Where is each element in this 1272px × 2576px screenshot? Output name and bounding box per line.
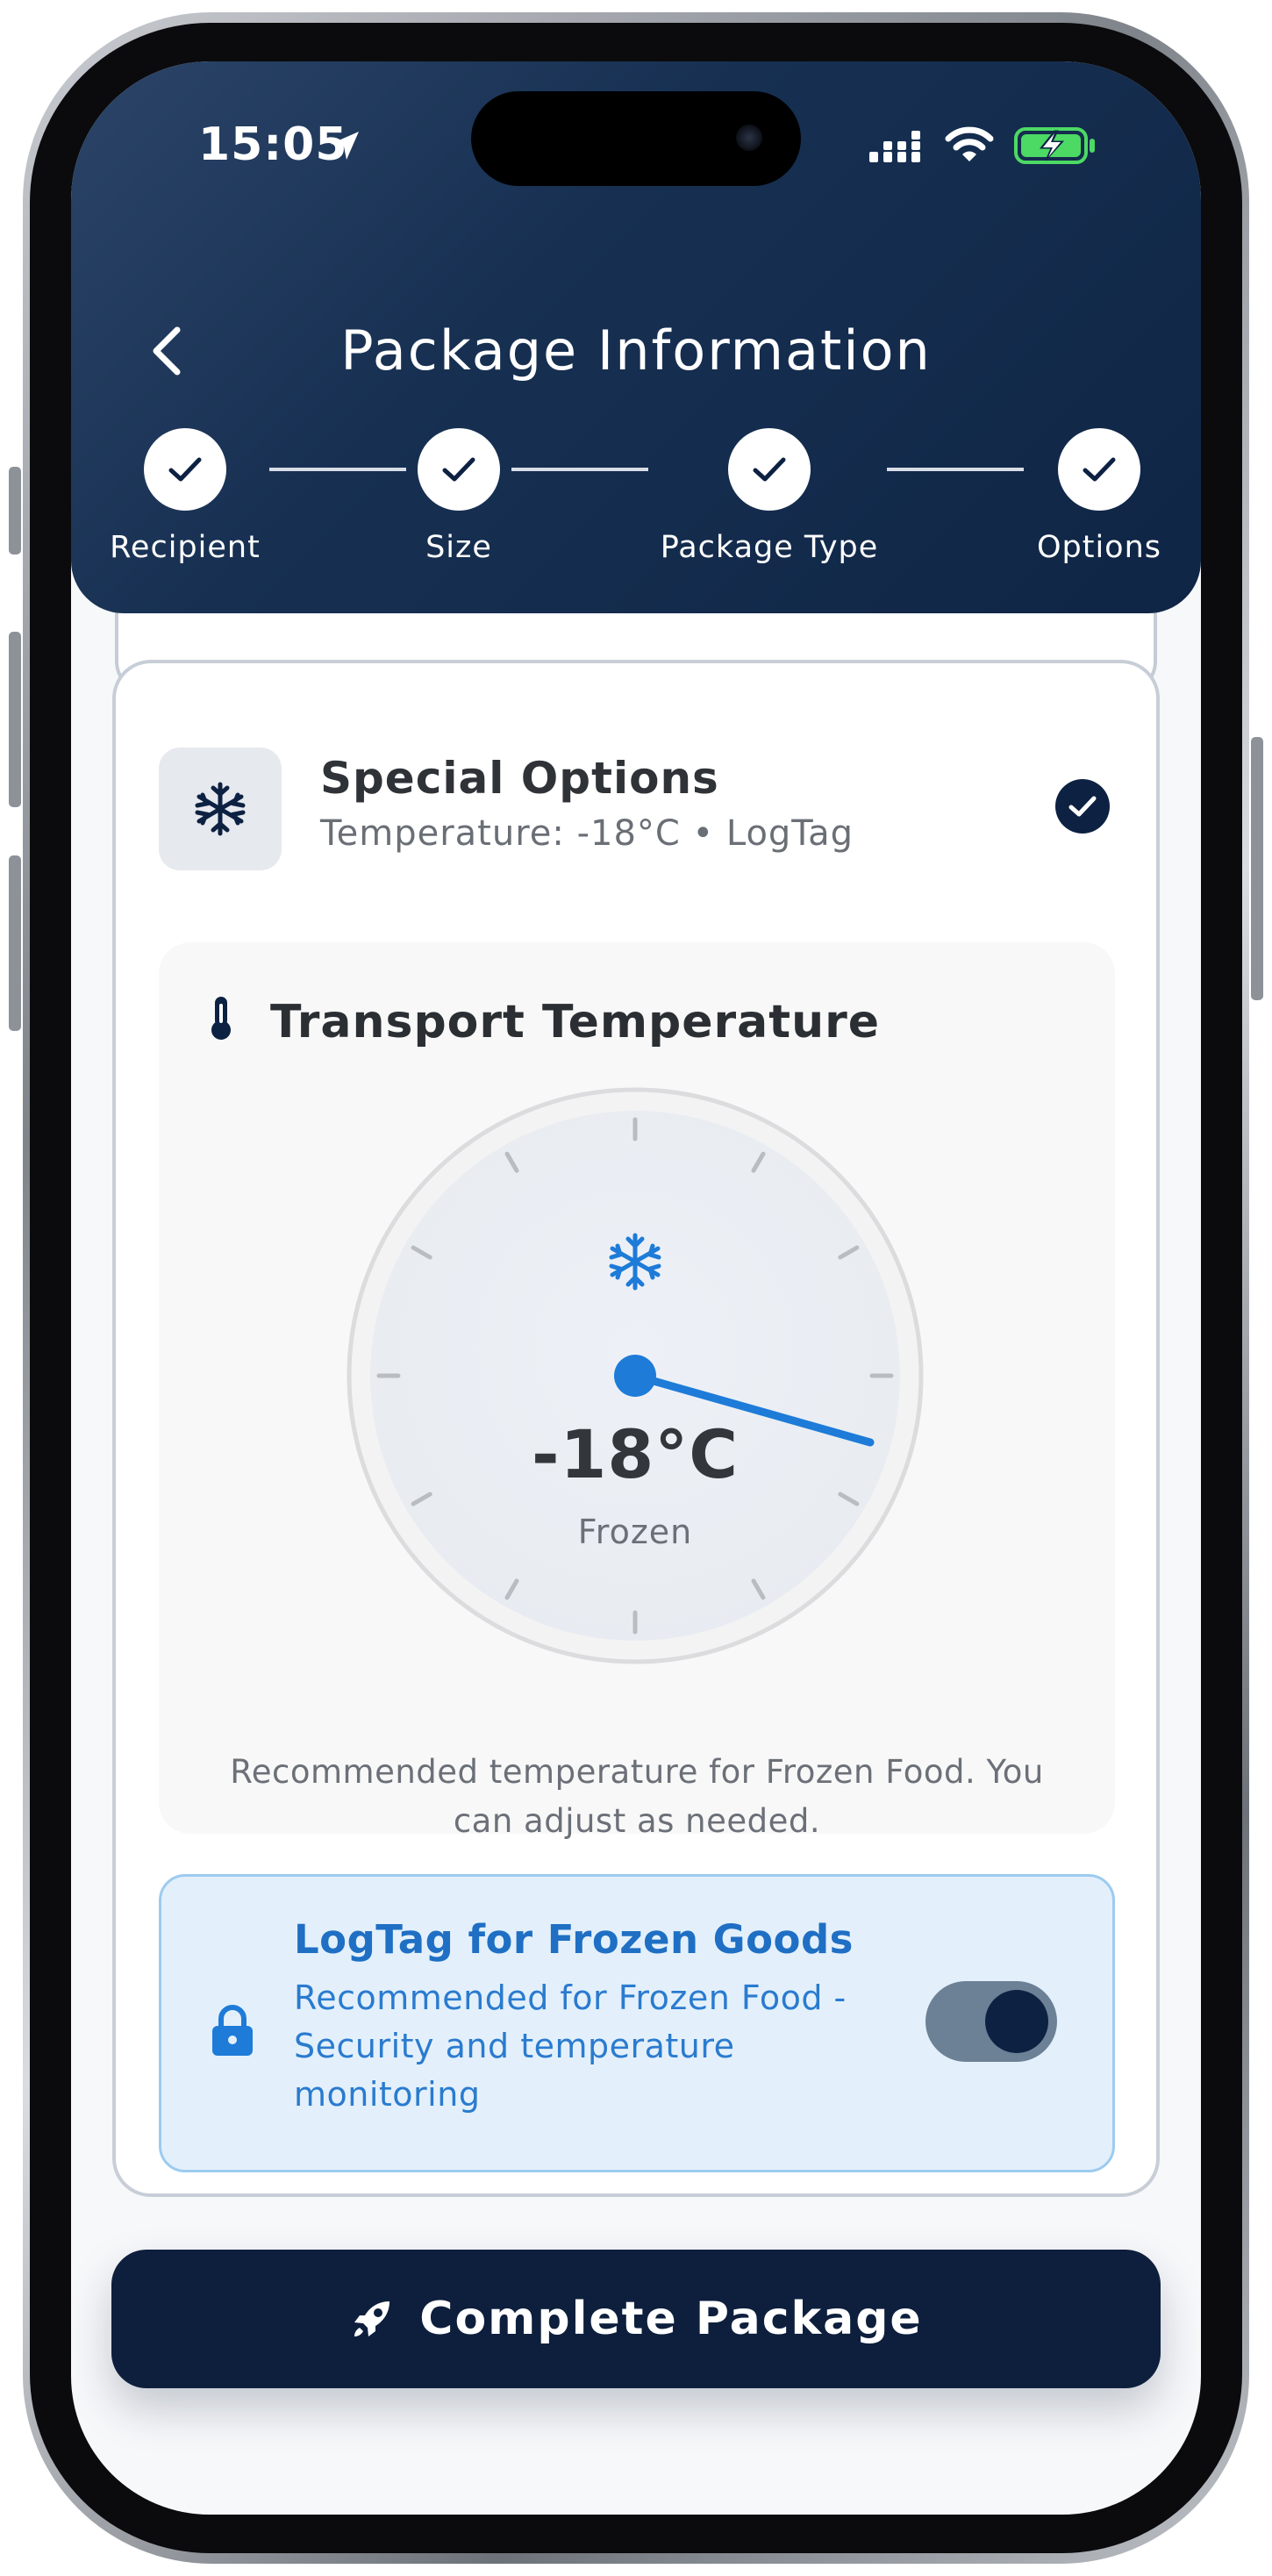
rocket-icon <box>354 2301 390 2336</box>
silent-switch <box>9 467 21 555</box>
step-package-type[interactable] <box>728 428 811 511</box>
logtag-description: Recommended for Frozen Food - Security a… <box>294 1979 847 2114</box>
signal-icon <box>869 131 920 162</box>
snowflake-icon <box>195 782 246 836</box>
special-options-icon-box <box>159 748 282 870</box>
check-icon <box>168 457 202 482</box>
special-options-subtitle: Temperature: -18°C • LogTag <box>320 813 854 854</box>
step-label-options: Options <box>1036 530 1162 565</box>
step-recipient[interactable] <box>144 428 226 511</box>
complete-package-label: Complete Package <box>419 2293 923 2345</box>
temperature-state: Frozen <box>577 1513 693 1551</box>
step-connector <box>511 468 648 471</box>
lock-icon <box>212 2005 253 2056</box>
step-size[interactable] <box>418 428 500 511</box>
complete-package-button[interactable]: Complete Package <box>111 2250 1161 2388</box>
step-connector <box>269 468 406 471</box>
step-label-package-type: Package Type <box>660 530 879 565</box>
page-title: Package Information <box>340 318 932 383</box>
temperature-note: Recommended temperature for Frozen Food.… <box>230 1753 1044 1840</box>
check-icon <box>753 457 786 482</box>
logtag-toggle[interactable] <box>925 1981 1057 2062</box>
toggle-knob <box>985 1990 1048 2053</box>
dial-needle-hub <box>614 1355 656 1397</box>
chevron-left-icon <box>153 326 181 376</box>
header: 15:05 Package Information Recipient Size… <box>71 61 1201 613</box>
selected-check-icon[interactable] <box>1055 779 1110 834</box>
check-icon <box>1083 457 1116 482</box>
thermometer-icon <box>211 997 231 1040</box>
step-label-size: Size <box>425 530 492 565</box>
step-connector <box>887 468 1024 471</box>
dynamic-island <box>471 91 801 186</box>
status-time: 15:05 <box>198 118 348 171</box>
check-icon <box>442 457 475 482</box>
camera-icon <box>736 125 762 151</box>
power-button <box>1251 737 1263 1000</box>
wifi-icon <box>945 126 994 161</box>
back-button[interactable] <box>132 316 203 386</box>
volume-down-button <box>9 855 21 1031</box>
battery-charging-icon <box>1014 127 1095 164</box>
logtag-title: LogTag for Frozen Goods <box>294 1916 854 1963</box>
transport-temperature-title: Transport Temperature <box>270 996 881 1048</box>
step-label-recipient: Recipient <box>110 530 261 565</box>
screen: 15:05 Package Information Recipient Size… <box>71 61 1201 2515</box>
special-options-title: Special Options <box>320 753 719 804</box>
temperature-value: -18°C <box>531 1415 740 1493</box>
temperature-dial[interactable] <box>346 1086 925 1665</box>
step-options[interactable] <box>1058 428 1140 511</box>
volume-up-button <box>9 632 21 807</box>
location-arrow-icon <box>331 132 359 160</box>
